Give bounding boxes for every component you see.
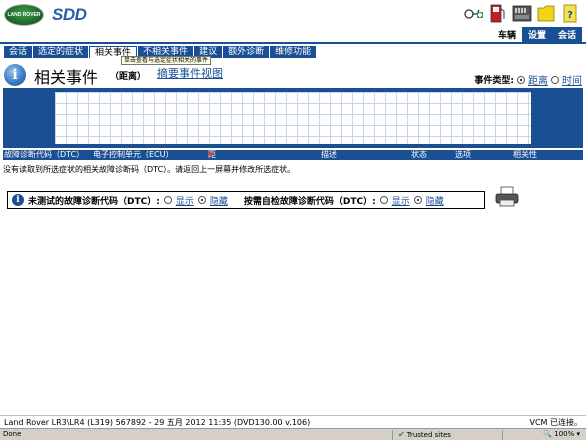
tab-service-functions[interactable]: 维修功能 [270,46,317,58]
printer-icon[interactable] [494,186,520,211]
selftest-dtc-label: 按需自检故障诊断代码（DTC）: [243,196,376,207]
tab-selected-symptoms[interactable]: 选定的症状 [33,46,89,58]
dtc-filter-box: i 未测试的故障诊断代码（DTC）: 显示 隐藏 按需自检故障诊断代码（DTC）… [7,191,485,209]
timeline-grid [55,92,531,144]
browser-status-text: Done [3,430,22,438]
event-type-selector: 事件类型: 距离 时间 [474,72,582,87]
event-type-distance[interactable]: 距离 [528,72,548,87]
event-timeline [3,88,583,148]
app-name: SDD [52,5,87,24]
table-header: 故障诊断代码（DTC） 电子控制单元（ECU） 距离 ▼ 描述 状态 选项 相关… [3,150,583,169]
untested-hide-link[interactable]: 隐藏 [210,194,228,207]
untested-show-link[interactable]: 显示 [176,194,194,207]
no-dtc-message: 没有读取到所选症状的相关故障诊断码（DTC）。请返回上一屏幕并修改所选症状。 [3,165,296,174]
help-icon[interactable]: ? [560,2,580,24]
event-type-time[interactable]: 时间 [562,72,582,87]
tab-bar: 会话 选定的症状 相关事件 不相关事件 建议 额外诊断 维修功能 [0,42,586,58]
vehicle-info: Land Rover LR3\LR4 (L319) 567892 - 29 五月… [4,418,311,427]
stethoscope-icon[interactable] [464,2,484,24]
selftest-show-link[interactable]: 显示 [392,194,410,207]
col-ecu[interactable]: 电子控制单元（ECU） [93,150,174,160]
toolbar-icons: ? [464,2,580,24]
tab-tooltip: 单击查看与选定症状相关的事件 [121,56,212,65]
svg-text:?: ? [567,10,573,21]
col-dtc[interactable]: 故障诊断代码（DTC） [4,150,84,160]
tab-session[interactable]: 会话 [4,46,33,58]
col-relevance[interactable]: 相关性 [513,150,537,160]
col-description[interactable]: 描述 [321,150,337,160]
untested-hide-radio[interactable] [197,196,206,204]
radio-distance[interactable] [517,75,525,84]
selftest-hide-radio[interactable] [413,196,422,204]
untested-dtc-label: 未测试的故障诊断代码（DTC）: [28,196,160,207]
sort-desc-icon: ▼ [208,151,214,159]
folder-icon[interactable] [536,2,556,24]
security-zone: ✔ Trusted sites [398,430,451,439]
selftest-hide-link[interactable]: 隐藏 [426,194,444,207]
vcm-status: VCM 已连接。 [529,418,582,427]
untested-show-radio[interactable] [163,196,172,204]
checkmark-icon: ✔ [398,430,405,439]
col-status[interactable]: 状态 [411,150,427,160]
land-rover-logo: LAND ROVER [4,4,44,26]
zoom-control[interactable]: 🔍 100% ▾ [543,430,580,438]
fuel-pump-icon[interactable] [488,2,508,24]
page-subtitle: （距离） [110,72,147,82]
page-title: 相关事件 [34,68,99,87]
info-icon: i [4,64,26,86]
info-icon: i [12,194,24,206]
zoom-icon: 🔍 [543,430,552,438]
browser-status-bar: Done ✔ Trusted sites 🔍 100% ▾ [0,428,586,440]
status-line: Land Rover LR3\LR4 (L319) 567892 - 29 五月… [0,415,586,427]
tab-extra-diagnostics[interactable]: 额外诊断 [223,46,270,58]
radio-time[interactable] [551,75,559,84]
event-type-label: 事件类型: [474,76,514,86]
summary-event-view-link[interactable]: 摘要事件视图 [157,65,223,81]
bookshelf-icon[interactable] [512,2,532,24]
selftest-show-radio[interactable] [379,196,388,204]
col-options[interactable]: 选项 [455,150,471,160]
